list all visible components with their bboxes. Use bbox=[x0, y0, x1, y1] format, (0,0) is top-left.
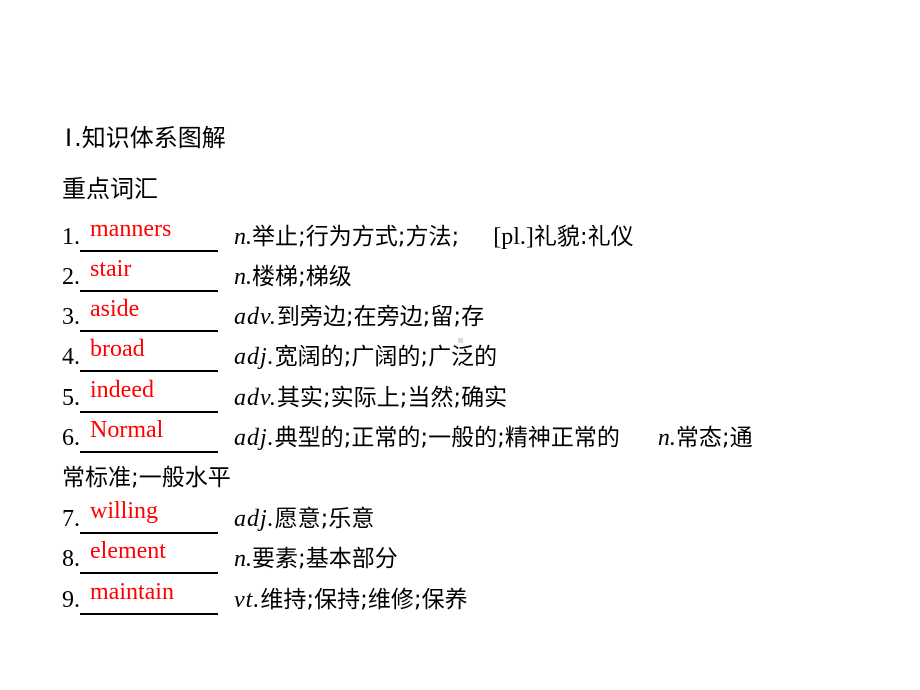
part-of-speech: adj. bbox=[234, 506, 275, 532]
second-definition: 常态;通 bbox=[675, 425, 753, 451]
definition: 要素;基本部分 bbox=[252, 546, 398, 572]
part-of-speech: adj. bbox=[234, 344, 275, 370]
slide: Ⅰ.知识体系图解 重点词汇 1. manners n.举止;行为方式;方法; [pl.… bbox=[0, 0, 920, 690]
answer-word: broad bbox=[90, 336, 145, 362]
item-number: 9. bbox=[62, 587, 80, 613]
vocab-item: 7. willing adj.愿意;乐意 bbox=[62, 498, 375, 536]
item-number: 2. bbox=[62, 264, 80, 290]
answer-word: manners bbox=[90, 216, 172, 242]
definition: 举止;行为方式;方法; bbox=[252, 224, 460, 250]
definition: 楼梯;梯级 bbox=[252, 264, 352, 290]
item-number: 6. bbox=[62, 425, 80, 451]
vocab-item: 9. maintain vt.维持;保持;维修;保养 bbox=[62, 579, 468, 617]
answer-word: willing bbox=[90, 498, 159, 524]
answer-blank[interactable]: element bbox=[80, 538, 218, 574]
definition: 维持;保持;维修;保养 bbox=[260, 587, 468, 613]
answer-blank[interactable]: manners bbox=[80, 216, 218, 252]
item-number: 3. bbox=[62, 304, 80, 330]
answer-blank[interactable]: maintain bbox=[80, 579, 218, 615]
vocab-item: 2. stair n.楼梯;梯级 bbox=[62, 256, 352, 294]
vocab-item: 5. indeed adv.其实;实际上;当然;确实 bbox=[62, 377, 508, 415]
answer-blank[interactable]: Normal bbox=[80, 417, 218, 453]
vocab-item: 8. element n.要素;基本部分 bbox=[62, 538, 398, 576]
vocab-item: 4. broad adj.宽阔的;广阔的;广泛的 bbox=[62, 336, 498, 374]
part-of-speech: vt. bbox=[234, 587, 261, 613]
answer-word: element bbox=[90, 538, 166, 564]
part-of-speech: n. bbox=[234, 546, 252, 572]
part-of-speech: n. bbox=[234, 264, 252, 290]
answer-blank[interactable]: broad bbox=[80, 336, 218, 372]
answer-word: stair bbox=[90, 256, 132, 282]
part-of-speech: n. bbox=[234, 224, 252, 250]
gray-dot-artifact bbox=[458, 338, 463, 343]
definition: 宽阔的;广阔的;广泛的 bbox=[274, 344, 498, 370]
answer-word: Normal bbox=[90, 417, 164, 443]
vocab-item: 1. manners n.举止;行为方式;方法; [pl.]礼貌:礼仪 bbox=[62, 216, 634, 254]
answer-blank[interactable]: stair bbox=[80, 256, 218, 292]
item-number: 8. bbox=[62, 546, 80, 572]
definition: 到旁边;在旁边;留;存 bbox=[276, 304, 485, 330]
answer-blank[interactable]: indeed bbox=[80, 377, 218, 413]
answer-word: indeed bbox=[90, 377, 154, 403]
section-numeral: Ⅰ bbox=[65, 126, 73, 152]
answer-word: maintain bbox=[90, 579, 174, 605]
second-part-of-speech: n. bbox=[657, 425, 676, 451]
plural-definition: 礼貌:礼仪 bbox=[533, 224, 634, 250]
plural-label: [pl.] bbox=[493, 224, 534, 250]
vocab-item: 6. Normal adj.典型的;正常的;一般的;精神正常的 n.常态;通 bbox=[62, 417, 753, 455]
part-of-speech: adv. bbox=[234, 385, 277, 411]
subsection-title: 重点词汇 bbox=[62, 175, 158, 203]
section-title-text: .知识体系图解 bbox=[74, 124, 226, 152]
definition: 其实;实际上;当然;确实 bbox=[276, 385, 508, 411]
item-number: 7. bbox=[62, 506, 80, 532]
definition: 典型的;正常的;一般的;精神正常的 bbox=[274, 425, 620, 451]
answer-word: aside bbox=[90, 296, 140, 322]
part-of-speech: adj. bbox=[234, 425, 275, 451]
vocab-item: 3. aside adv.到旁边;在旁边;留;存 bbox=[62, 296, 485, 334]
item-number: 1. bbox=[62, 224, 80, 250]
definition-continuation: 常标准;一般水平 bbox=[62, 465, 231, 491]
definition: 愿意;乐意 bbox=[274, 506, 375, 532]
answer-blank[interactable]: willing bbox=[80, 498, 218, 534]
part-of-speech: adv. bbox=[234, 304, 277, 330]
item-number: 4. bbox=[62, 344, 80, 370]
item-number: 5. bbox=[62, 385, 80, 411]
section-title: Ⅰ.知识体系图解 bbox=[65, 121, 226, 156]
answer-blank[interactable]: aside bbox=[80, 296, 218, 332]
